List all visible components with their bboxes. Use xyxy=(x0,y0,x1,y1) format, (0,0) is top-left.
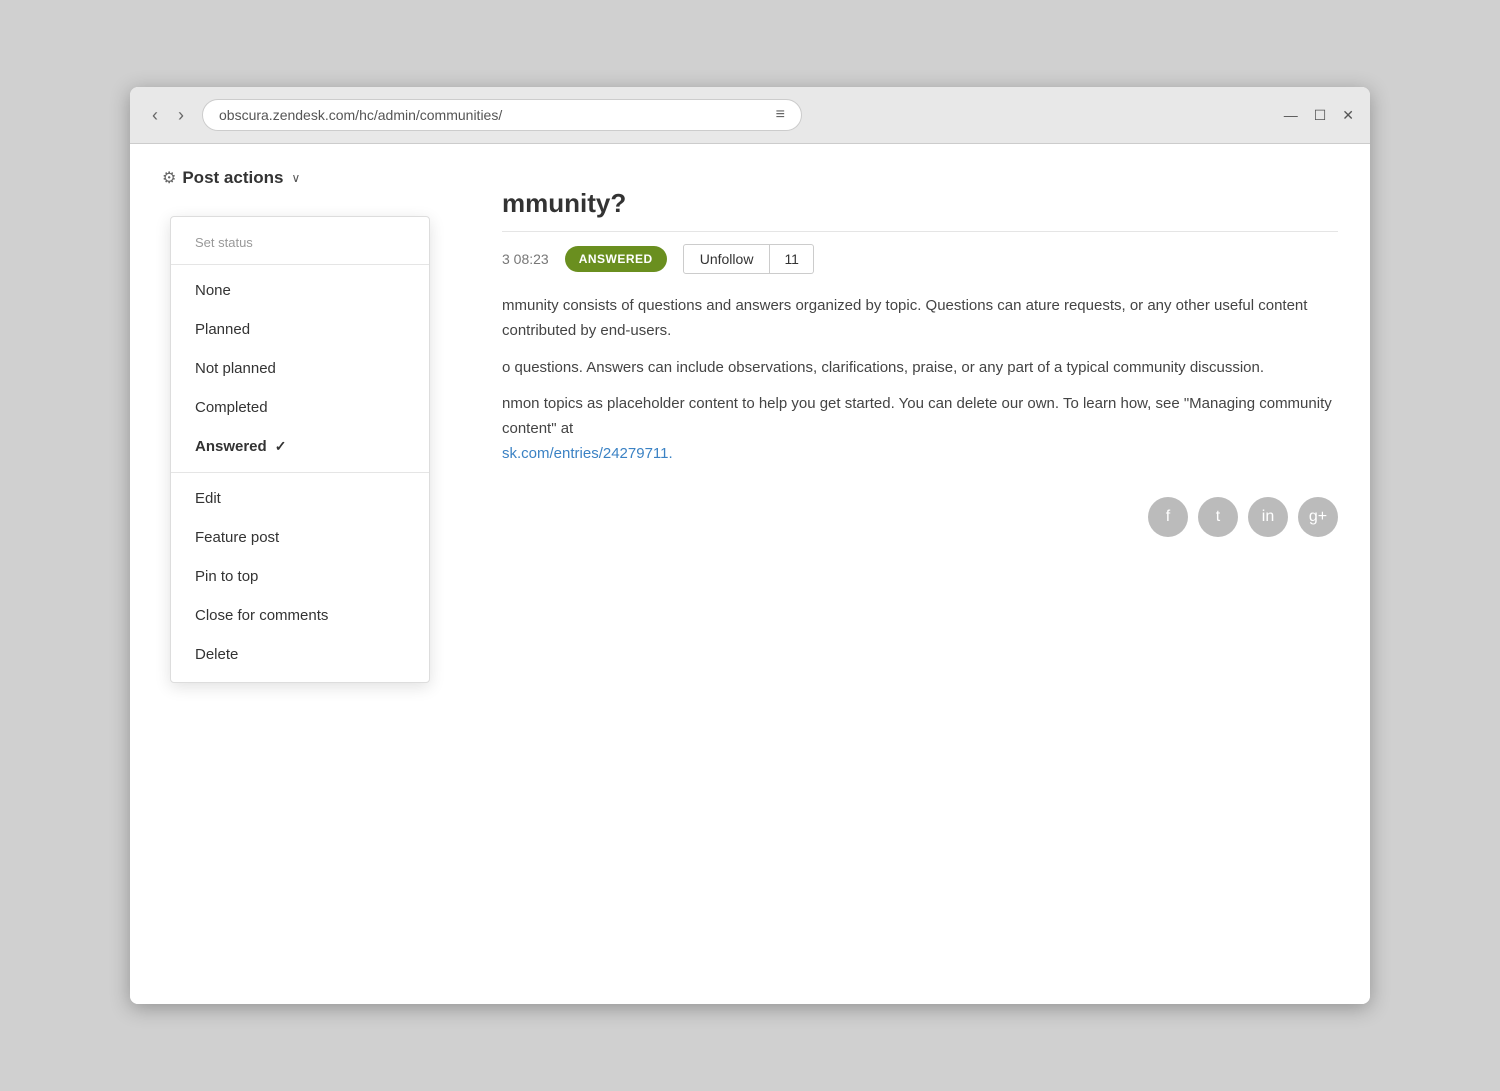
googleplus-icon[interactable]: g+ xyxy=(1298,497,1338,537)
unfollow-button[interactable]: Unfollow xyxy=(683,244,771,274)
post-actions-label: Post actions xyxy=(182,168,283,188)
planned-label: Planned xyxy=(195,321,250,338)
edit-label: Edit xyxy=(195,490,221,507)
none-label: None xyxy=(195,282,231,299)
actions-divider xyxy=(171,472,429,473)
main-content: mmunity? 3 08:23 ANSWERED Unfollow 11 mm… xyxy=(462,188,1338,537)
close-for-comments-label: Close for comments xyxy=(195,607,328,624)
pin-to-top-label: Pin to top xyxy=(195,568,258,585)
feature-post-label: Feature post xyxy=(195,529,279,546)
dropdown-item-answered[interactable]: Answered ✓ xyxy=(171,427,429,466)
body-paragraph-3: nmon topics as placeholder content to he… xyxy=(502,392,1338,466)
dropdown-item-delete[interactable]: Delete xyxy=(171,635,429,674)
social-icons: f t in g+ xyxy=(502,497,1338,537)
dropdown-item-not-planned[interactable]: Not planned xyxy=(171,349,429,388)
browser-window: ‹ › obscura.zendesk.com/hc/admin/communi… xyxy=(130,87,1370,1004)
post-body: mmunity consists of questions and answer… xyxy=(502,294,1338,467)
status-divider xyxy=(171,264,429,265)
completed-label: Completed xyxy=(195,399,268,416)
browser-chrome: ‹ › obscura.zendesk.com/hc/admin/communi… xyxy=(130,87,1370,144)
post-actions-trigger[interactable]: ⚙ Post actions ∨ xyxy=(162,168,1338,188)
window-controls: — ☐ ✕ xyxy=(1284,107,1354,124)
browser-content: ⚙ Post actions ∨ Set status None Planned… xyxy=(130,144,1370,1004)
delete-label: Delete xyxy=(195,646,238,663)
address-bar[interactable]: obscura.zendesk.com/hc/admin/communities… xyxy=(202,99,802,131)
url-text: obscura.zendesk.com/hc/admin/communities… xyxy=(219,107,502,123)
dropdown-item-feature-post[interactable]: Feature post xyxy=(171,518,429,557)
linkedin-icon[interactable]: in xyxy=(1248,497,1288,537)
checkmark-icon: ✓ xyxy=(275,438,287,455)
post-title: mmunity? xyxy=(502,188,1338,232)
maximize-button[interactable]: ☐ xyxy=(1314,107,1327,124)
dropdown-item-edit[interactable]: Edit xyxy=(171,479,429,518)
not-planned-label: Not planned xyxy=(195,360,276,377)
post-meta: 3 08:23 ANSWERED Unfollow 11 xyxy=(502,244,1338,274)
follow-count: 11 xyxy=(770,244,814,274)
answered-badge: ANSWERED xyxy=(565,246,667,272)
forward-button[interactable]: › xyxy=(172,103,190,128)
body-paragraph-2: o questions. Answers can include observa… xyxy=(502,356,1338,381)
body-text-3: nmon topics as placeholder content to he… xyxy=(502,395,1332,437)
dropdown-item-planned[interactable]: Planned xyxy=(171,310,429,349)
dropdown-item-none[interactable]: None xyxy=(171,271,429,310)
gear-icon: ⚙ xyxy=(162,168,176,188)
facebook-icon[interactable]: f xyxy=(1148,497,1188,537)
dropdown-item-completed[interactable]: Completed xyxy=(171,388,429,427)
answered-label: Answered xyxy=(195,438,267,455)
chevron-down-icon: ∨ xyxy=(291,171,300,185)
twitter-icon[interactable]: t xyxy=(1198,497,1238,537)
post-timestamp: 3 08:23 xyxy=(502,251,549,267)
minimize-button[interactable]: — xyxy=(1284,107,1298,124)
community-link[interactable]: sk.com/entries/24279711. xyxy=(502,445,673,462)
back-button[interactable]: ‹ xyxy=(146,103,164,128)
body-paragraph-1: mmunity consists of questions and answer… xyxy=(502,294,1338,344)
dropdown-item-pin-to-top[interactable]: Pin to top xyxy=(171,557,429,596)
nav-buttons: ‹ › xyxy=(146,103,190,128)
hamburger-icon: ≡ xyxy=(776,106,785,124)
follow-controls: Unfollow 11 xyxy=(683,244,814,274)
close-button[interactable]: ✕ xyxy=(1342,107,1354,124)
dropdown-item-close-for-comments[interactable]: Close for comments xyxy=(171,596,429,635)
dropdown-section-label: Set status xyxy=(171,225,429,258)
dropdown-menu: Set status None Planned Not planned Comp… xyxy=(170,216,430,683)
